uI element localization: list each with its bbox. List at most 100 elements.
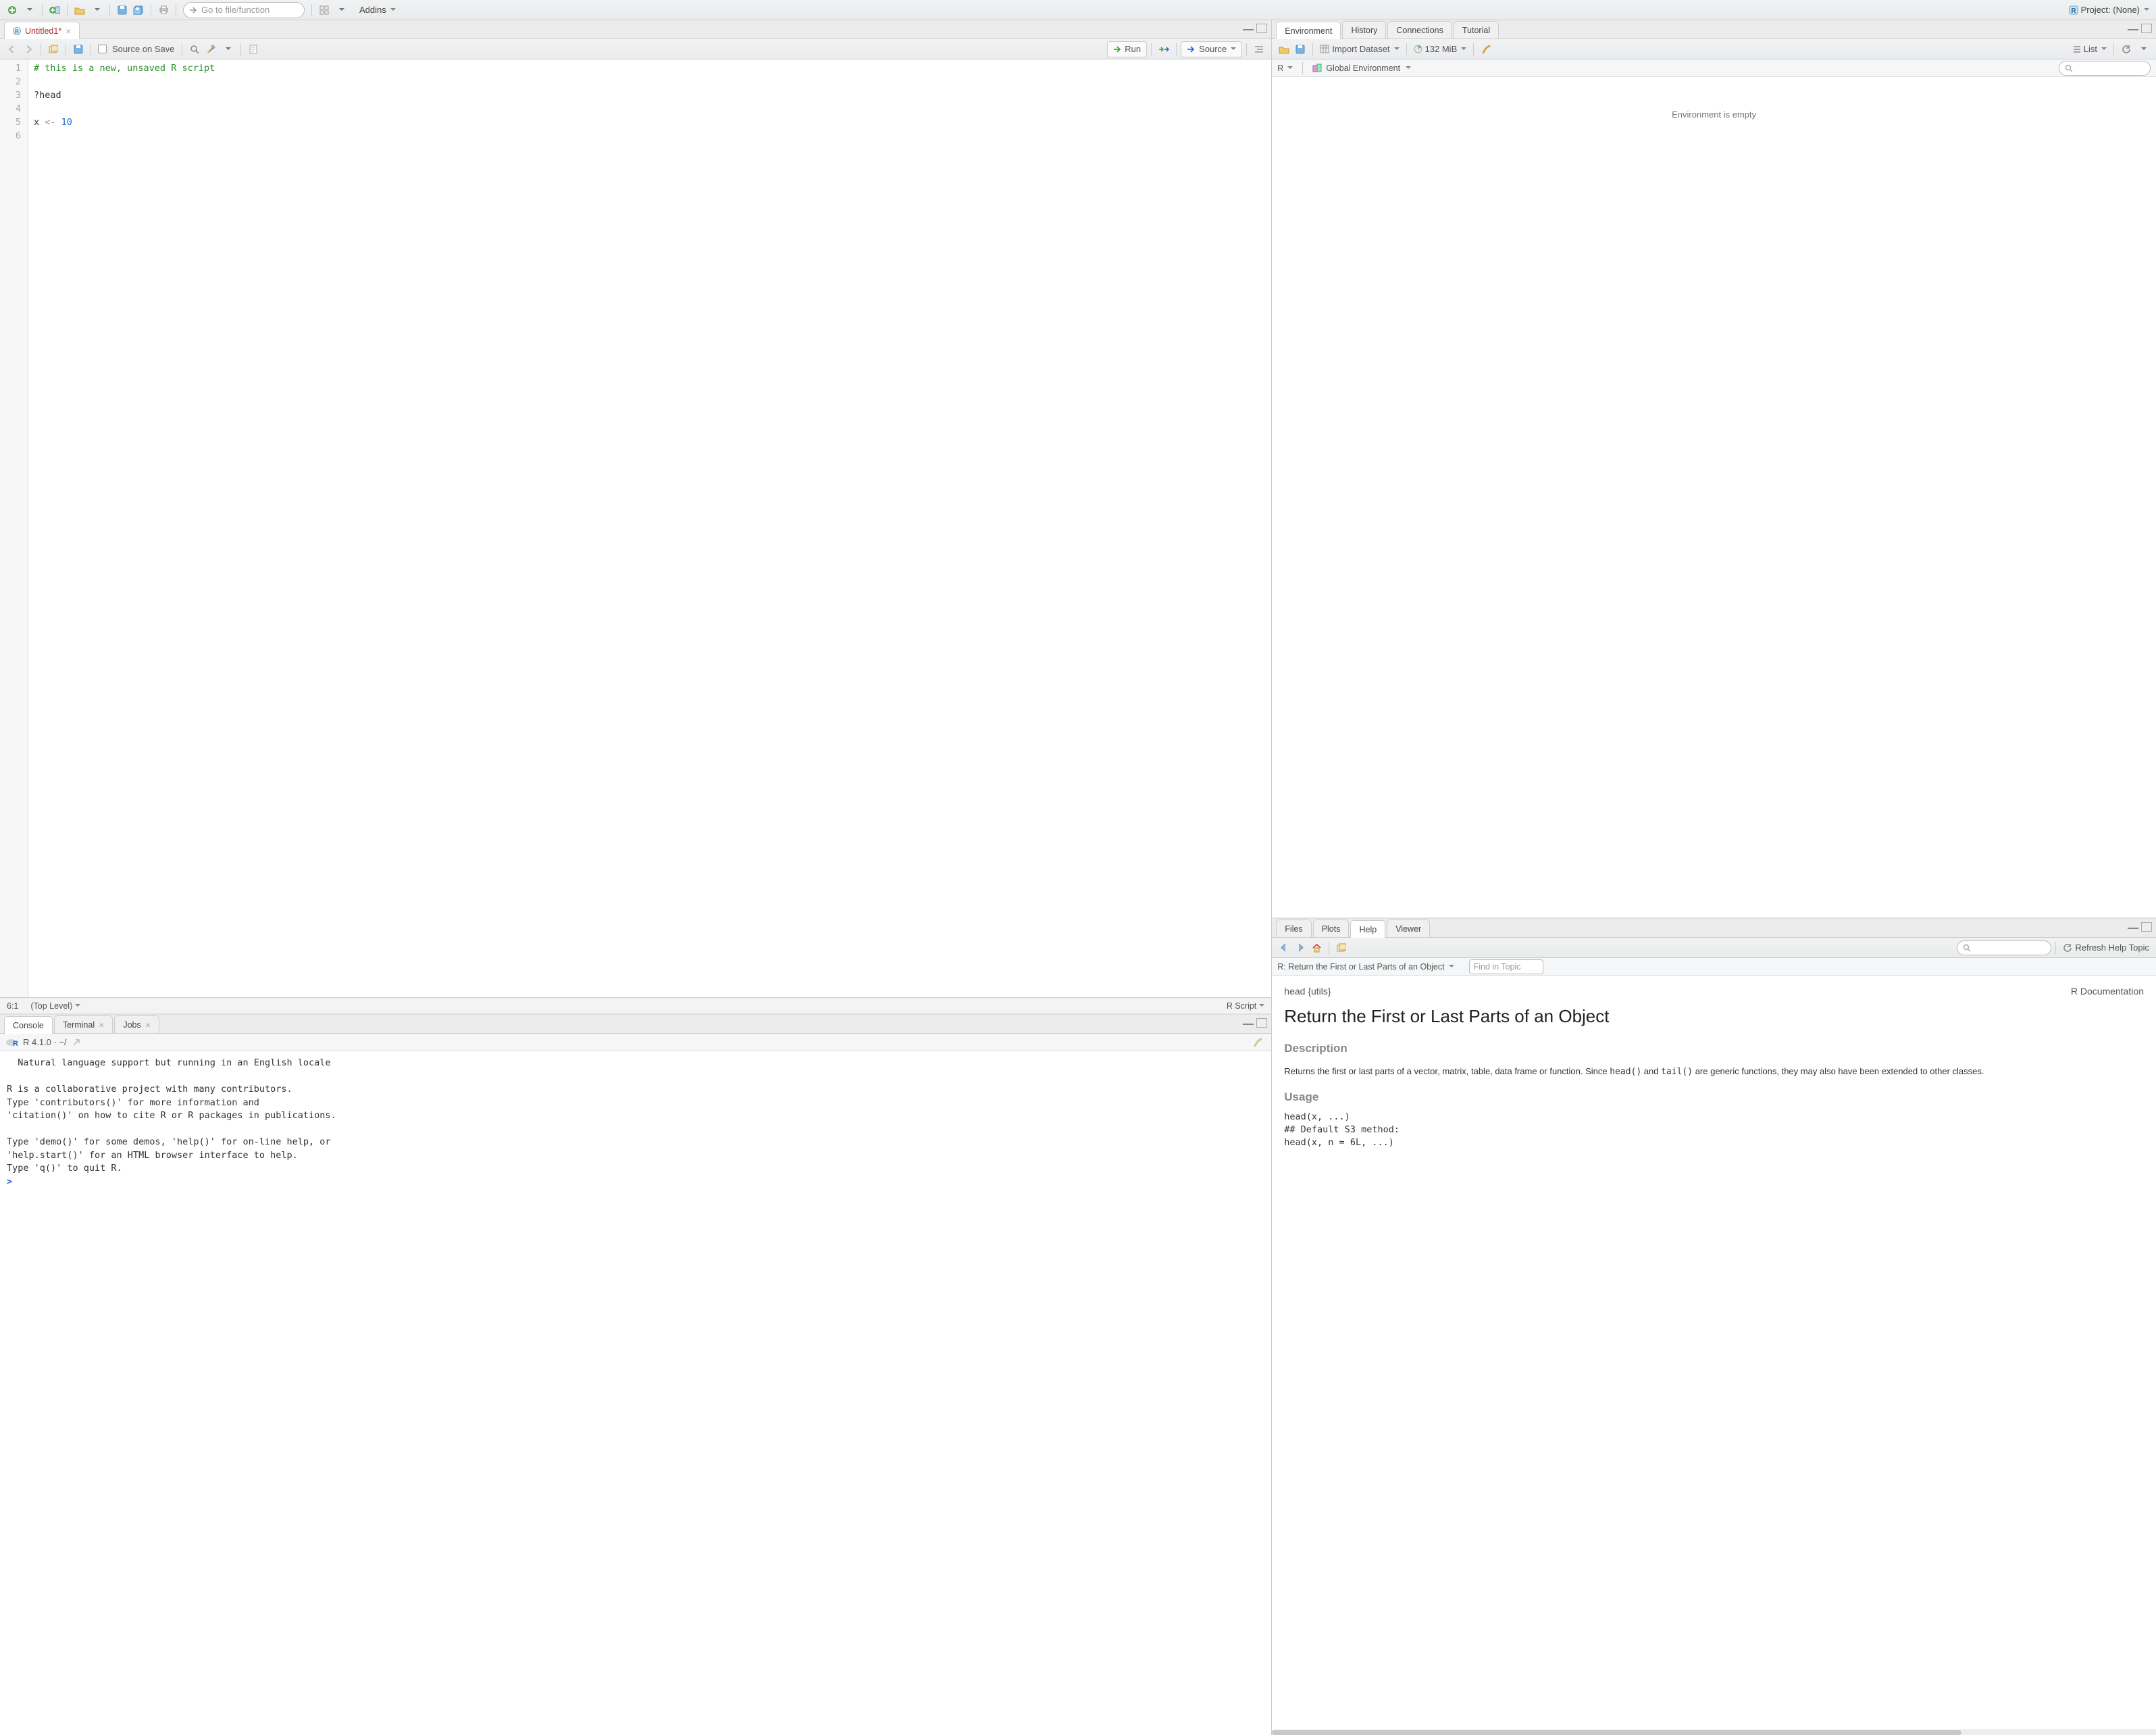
help-popup-button[interactable] — [1333, 940, 1350, 956]
goto-arrow-icon — [189, 6, 197, 14]
source-icon — [1187, 46, 1196, 53]
clear-env-button[interactable] — [1478, 41, 1494, 57]
save-all-button[interactable] — [130, 2, 147, 18]
refresh-env-dropdown[interactable] — [2136, 41, 2152, 57]
env-search-input[interactable] — [2059, 61, 2151, 76]
help-usage-block: head(x, ...) ## Default S3 method: head(… — [1284, 1111, 2144, 1149]
rerun-button[interactable] — [1156, 41, 1172, 57]
scope-selector[interactable]: (Top Level) — [30, 1001, 80, 1011]
show-in-new-window-button[interactable] — [45, 41, 61, 57]
env-minimize-button[interactable] — [2128, 24, 2138, 30]
source-dropdown-button[interactable]: Source — [1181, 41, 1242, 57]
help-desc-heading: Description — [1284, 1040, 2144, 1057]
console-maximize-button[interactable] — [1256, 1018, 1267, 1028]
main-toolbar: Go to file/function Addins R Project: (N… — [0, 0, 2156, 20]
project-dropdown[interactable]: R Project: (None) — [2066, 2, 2152, 18]
r-project-icon: R — [2069, 5, 2078, 15]
env-empty-message: Environment is empty — [1272, 77, 2156, 120]
tab-tutorial[interactable]: Tutorial — [1454, 21, 1499, 39]
close-tab-button[interactable]: × — [66, 26, 71, 36]
clear-console-button[interactable] — [1250, 1034, 1266, 1051]
help-maximize-button[interactable] — [2141, 922, 2152, 932]
source-on-save-toggle[interactable]: Source on Save — [95, 41, 178, 57]
source-maximize-button[interactable] — [1256, 24, 1267, 33]
code-tools-button[interactable] — [203, 41, 219, 57]
help-toolbar: Refresh Help Topic — [1272, 938, 2156, 958]
help-title: Return the First or Last Parts of an Obj… — [1284, 1004, 2144, 1028]
tab-viewer[interactable]: Viewer — [1387, 920, 1430, 937]
save-workspace-button[interactable] — [1292, 41, 1308, 57]
help-usage-heading: Usage — [1284, 1089, 2144, 1105]
new-file-button[interactable] — [4, 2, 20, 18]
tab-help[interactable]: Help — [1350, 920, 1385, 938]
help-back-button[interactable] — [1276, 940, 1292, 956]
svg-text:R: R — [13, 1040, 18, 1047]
source-editor[interactable]: 123456 # this is a new, unsaved R script… — [0, 59, 1271, 997]
goto-file-input[interactable]: Go to file/function — [183, 2, 305, 18]
console-infobar: R R 4.1.0 · ~/ — [0, 1034, 1271, 1051]
help-fwd-button[interactable] — [1292, 940, 1308, 956]
source-tab-untitled[interactable]: R Untitled1* × — [4, 22, 80, 39]
tab-connections[interactable]: Connections — [1387, 21, 1452, 39]
env-view-dropdown[interactable]: List — [2070, 41, 2109, 57]
save-button[interactable] — [114, 2, 130, 18]
print-button[interactable] — [155, 2, 172, 18]
popup-icon[interactable] — [72, 1038, 80, 1047]
help-search-input[interactable] — [1957, 940, 2051, 955]
close-tab-button[interactable]: × — [145, 1020, 151, 1030]
run-button[interactable]: Run — [1107, 41, 1147, 57]
source-minimize-button[interactable] — [1243, 24, 1254, 30]
env-language-dropdown[interactable]: R — [1277, 64, 1293, 73]
rscript-icon: R — [13, 27, 21, 35]
help-home-button[interactable] — [1308, 940, 1325, 956]
tab-environment[interactable]: Environment — [1276, 22, 1341, 39]
open-file-button[interactable] — [72, 2, 88, 18]
tab-console[interactable]: Console — [4, 1016, 53, 1034]
find-in-topic-input[interactable]: Find in Topic — [1469, 959, 1543, 974]
refresh-help-button[interactable]: Refresh Help Topic — [2060, 940, 2152, 956]
save-source-button[interactable] — [70, 41, 86, 57]
nav-fwd-button[interactable] — [20, 41, 36, 57]
help-breadcrumb[interactable]: R: Return the First or Last Parts of an … — [1277, 962, 1454, 972]
svg-text:R: R — [15, 28, 19, 34]
compile-report-button[interactable] — [245, 41, 261, 57]
console-output[interactable]: Natural language support but running in … — [0, 1051, 1271, 1735]
tab-files[interactable]: Files — [1276, 920, 1311, 937]
import-dataset-dropdown[interactable]: Import Dataset — [1317, 41, 1402, 57]
help-topic: head {utils} — [1284, 985, 1331, 999]
find-button[interactable] — [186, 41, 203, 57]
filetype-selector[interactable]: R Script — [1227, 1001, 1264, 1011]
console-minimize-button[interactable] — [1243, 1018, 1254, 1025]
help-horizontal-scrollbar[interactable] — [1272, 1730, 2156, 1735]
tab-plots[interactable]: Plots — [1313, 920, 1350, 937]
grid-view-button[interactable] — [316, 2, 332, 18]
addins-dropdown[interactable]: Addins — [357, 2, 399, 18]
load-workspace-button[interactable] — [1276, 41, 1292, 57]
search-icon — [2065, 64, 2073, 72]
tab-terminal[interactable]: Terminal × — [54, 1015, 113, 1033]
outline-button[interactable] — [1251, 41, 1267, 57]
new-project-button[interactable] — [47, 2, 63, 18]
memory-usage-dropdown[interactable]: 132 MiB — [1411, 41, 1470, 57]
source-on-save-checkbox[interactable] — [98, 45, 107, 53]
env-maximize-button[interactable] — [2141, 24, 2152, 33]
refresh-env-button[interactable] — [2118, 41, 2134, 57]
help-body[interactable]: head {utils} R Documentation Return the … — [1272, 976, 2156, 1730]
cursor-position: 6:1 — [7, 1001, 18, 1011]
environment-body: Environment is empty — [1272, 77, 2156, 917]
nav-back-button[interactable] — [4, 41, 20, 57]
code-area[interactable]: # this is a new, unsaved R script ?head … — [28, 59, 1271, 997]
new-file-dropdown[interactable] — [22, 2, 38, 18]
close-tab-button[interactable]: × — [99, 1020, 104, 1030]
open-recent-dropdown[interactable] — [89, 2, 105, 18]
list-icon — [2073, 46, 2081, 53]
r-logo-icon: R — [5, 1038, 18, 1047]
code-tools-dropdown[interactable] — [220, 41, 236, 57]
env-scope-dropdown[interactable]: Global Environment — [1312, 64, 1411, 73]
help-minimize-button[interactable] — [2128, 922, 2138, 929]
grid-view-dropdown[interactable] — [334, 2, 350, 18]
environment-tabstrip: EnvironmentHistoryConnectionsTutorial — [1272, 20, 2156, 39]
tab-jobs[interactable]: Jobs × — [114, 1015, 159, 1033]
source-statusbar: 6:1 (Top Level) R Script — [0, 997, 1271, 1013]
tab-history[interactable]: History — [1342, 21, 1386, 39]
